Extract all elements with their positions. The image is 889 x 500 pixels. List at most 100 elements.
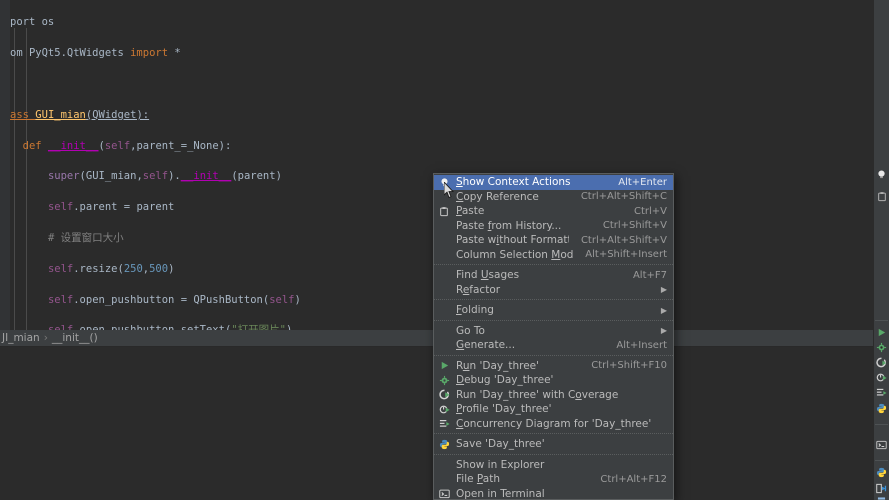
menu-item-shortcut: Alt+Shift+Insert <box>585 249 667 261</box>
menu-item-label: Folding <box>456 304 494 317</box>
menu-item-icon-empty <box>436 248 452 262</box>
menu-separator <box>434 453 673 456</box>
menu-item-icon-empty <box>436 283 452 297</box>
menu-item-paste-without-formatting[interactable]: Paste without Formatting Ctrl+Alt+Shift+V <box>434 233 673 248</box>
menu-item-label: Go To <box>456 324 485 337</box>
menu-item-label: Paste <box>456 205 485 218</box>
menu-separator <box>434 433 673 435</box>
menu-item-icon-empty <box>436 338 452 352</box>
menu-item-shortcut: Ctrl+V <box>633 205 667 217</box>
menu-item-run-day-three-with-coverage[interactable]: Run 'Day_three' with Coverage <box>434 388 673 403</box>
breadcrumb-class[interactable]: JI_mian <box>2 332 40 344</box>
menu-item-label: File Path <box>456 473 501 486</box>
code-line: self.resize(250,500) <box>47 262 175 275</box>
menu-item-shortcut: Alt+Insert <box>616 339 667 351</box>
menu-item-shortcut: Ctrl+Alt+Shift+C <box>580 191 667 203</box>
menu-item-refactor[interactable]: Refactor ▶ <box>434 283 673 298</box>
menu-item-label: Refactor <box>456 283 501 296</box>
rail-divider <box>875 460 888 461</box>
menu-item-save-day-three[interactable]: Save 'Day_three' <box>434 437 673 452</box>
menu-item-shortcut: Ctrl+Alt+Shift+V <box>580 234 667 246</box>
python-icon[interactable] <box>875 402 888 415</box>
menu-item-open-in-terminal[interactable]: Open in Terminal <box>434 487 673 500</box>
coverage-icon[interactable] <box>875 356 888 369</box>
code-line: self.parent = parent <box>47 201 175 214</box>
menu-item-label: Run 'Day_three' with Coverage <box>456 388 619 401</box>
submenu-arrow-icon: ▶ <box>660 326 667 336</box>
lightbulb-icon[interactable] <box>875 168 888 181</box>
terminal-icon[interactable] <box>875 438 888 451</box>
menu-item-label: Find Usages <box>456 269 520 282</box>
clipboard-icon[interactable] <box>875 190 888 203</box>
menu-item-icon-empty <box>436 233 452 247</box>
source-code[interactable]: port os om PyQt5.QtWidgets import * ass … <box>0 0 421 341</box>
menu-item-label: Show in Explorer <box>456 458 545 471</box>
menu-item-shortcut: Alt+F7 <box>632 269 667 281</box>
menu-item-run-day-three[interactable]: Run 'Day_three' Ctrl+Shift+F10 <box>434 359 673 374</box>
submenu-arrow-icon: ▶ <box>660 285 667 295</box>
debug-icon[interactable] <box>875 341 888 354</box>
lightbulb-icon <box>436 175 452 189</box>
menu-item-label: Show Context Actions <box>456 176 571 189</box>
menu-item-find-usages[interactable]: Find Usages Alt+F7 <box>434 268 673 283</box>
code-line: port os <box>10 16 55 29</box>
menu-item-label: Profile 'Day_three' <box>456 403 552 416</box>
menu-item-label: Open in Terminal <box>456 487 545 500</box>
menu-item-column-selection-mode[interactable]: Column Selection Mode Alt+Shift+Insert <box>434 248 673 263</box>
breadcrumb-separator: › <box>43 332 48 344</box>
menu-item-debug-day-three[interactable]: Debug 'Day_three' <box>434 373 673 388</box>
coverage-icon <box>436 388 452 402</box>
menu-separator <box>434 299 673 301</box>
concurrency-icon <box>436 417 452 431</box>
menu-item-label: Copy Reference <box>456 190 539 203</box>
menu-item-file-path[interactable]: File Path Ctrl+Alt+F12 <box>434 472 673 487</box>
menu-item-icon-empty <box>436 472 452 486</box>
menu-item-label: Column Selection Mode <box>456 248 574 261</box>
menu-item-paste[interactable]: Paste Ctrl+V <box>434 204 673 219</box>
editor-context-menu[interactable]: Show Context Actions Alt+Enter Copy Refere… <box>433 173 674 500</box>
breadcrumb-method[interactable]: __init__() <box>52 332 98 344</box>
menu-item-icon-empty <box>436 458 452 472</box>
menu-item-icon-empty <box>436 268 452 282</box>
menu-item-label: Paste from History... <box>456 219 562 232</box>
menu-item-label: Save 'Day_three' <box>456 438 545 451</box>
menu-separator <box>434 354 673 357</box>
menu-item-profile-day-three[interactable]: Profile 'Day_three' <box>434 402 673 417</box>
diagram-icon[interactable] <box>875 494 888 500</box>
menu-item-concurrency-diagram-for-day-three[interactable]: Concurrency Diagram for 'Day_three' <box>434 417 673 432</box>
menu-item-shortcut: Ctrl+Alt+F12 <box>600 473 667 485</box>
concurrency-icon[interactable] <box>875 386 888 399</box>
submenu-arrow-icon: ▶ <box>660 305 667 315</box>
profile-icon[interactable] <box>875 371 888 384</box>
code-line: # 设置窗口大小 <box>47 231 124 244</box>
run-icon <box>436 359 452 373</box>
code-line: self.open_pushbutton = QPushButton(self) <box>47 293 301 306</box>
debug-icon <box>436 373 452 387</box>
menu-item-paste-from-history[interactable]: Paste from History... Ctrl+Shift+V <box>434 219 673 234</box>
terminal-icon <box>436 487 452 499</box>
code-line: om PyQt5.QtWidgets import * <box>10 47 181 60</box>
menu-item-label: Concurrency Diagram for 'Day_three' <box>456 417 652 430</box>
menu-item-show-in-explorer[interactable]: Show in Explorer <box>434 458 673 473</box>
menu-item-icon-empty <box>436 219 452 233</box>
menu-item-label: Debug 'Day_three' <box>456 374 554 387</box>
menu-item-copy-reference[interactable]: Copy Reference Ctrl+Alt+Shift+C <box>434 190 673 205</box>
menu-item-generate[interactable]: Generate... Alt+Insert <box>434 338 673 353</box>
menu-item-go-to[interactable]: Go To ▶ <box>434 324 673 339</box>
profile-icon <box>436 402 452 416</box>
menu-item-show-context-actions[interactable]: Show Context Actions Alt+Enter <box>434 175 673 190</box>
code-line: ass GUI_mian(QWidget): <box>10 108 150 121</box>
menu-item-icon-empty <box>436 303 452 317</box>
run-icon[interactable] <box>875 326 888 339</box>
menu-item-folding[interactable]: Folding ▶ <box>434 303 673 318</box>
rail-divider <box>875 424 888 425</box>
menu-item-icon-empty <box>436 324 452 338</box>
python-icon-2[interactable] <box>875 466 888 479</box>
menu-separator <box>434 264 673 266</box>
menu-separator <box>434 319 673 322</box>
clipboard-icon <box>436 204 452 218</box>
right-toolbar-rail[interactable] <box>873 0 889 500</box>
menu-item-label: Generate... <box>456 339 516 352</box>
menu-item-shortcut: Ctrl+Shift+V <box>602 220 667 232</box>
